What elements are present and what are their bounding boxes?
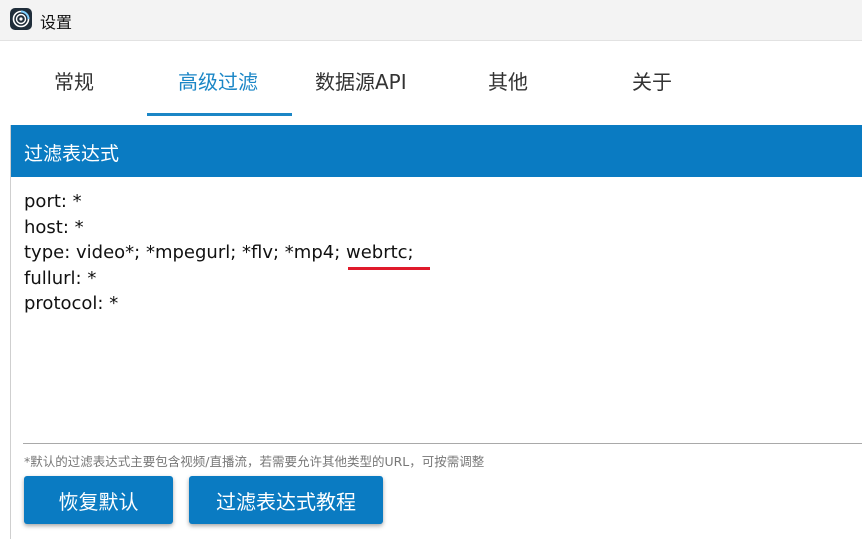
tab-general[interactable]: 常规 bbox=[54, 66, 94, 95]
panel-title: 过滤表达式 bbox=[24, 143, 120, 165]
window-title: 设置 bbox=[40, 13, 73, 32]
filter-panel: 过滤表达式 port: * host: * type: video*; *mpe… bbox=[10, 125, 862, 539]
tab-datasource-api[interactable]: 数据源API bbox=[315, 66, 407, 95]
title-bar: 设置 bbox=[0, 0, 862, 41]
textarea-bottom-border bbox=[23, 443, 862, 444]
tab-bar: 常规 高级过滤 数据源API 其他 关于 bbox=[0, 44, 862, 118]
filter-expression-textarea[interactable]: port: * host: * type: video*; *mpegurl; … bbox=[24, 189, 862, 444]
tab-advanced-filter[interactable]: 高级过滤 bbox=[178, 66, 258, 95]
hint-text: *默认的过滤表达式主要包含视频/直播流，若需要允许其他类型的URL，可按需调整 bbox=[24, 454, 485, 469]
annotation-underline bbox=[348, 267, 430, 270]
restore-default-button[interactable]: 恢复默认 bbox=[24, 476, 173, 524]
tab-other[interactable]: 其他 bbox=[488, 66, 528, 95]
filter-tutorial-button[interactable]: 过滤表达式教程 bbox=[189, 476, 383, 524]
tab-about[interactable]: 关于 bbox=[632, 66, 672, 95]
panel-header: 过滤表达式 bbox=[11, 125, 862, 177]
active-tab-indicator bbox=[147, 113, 292, 116]
app-logo-icon bbox=[10, 8, 32, 30]
